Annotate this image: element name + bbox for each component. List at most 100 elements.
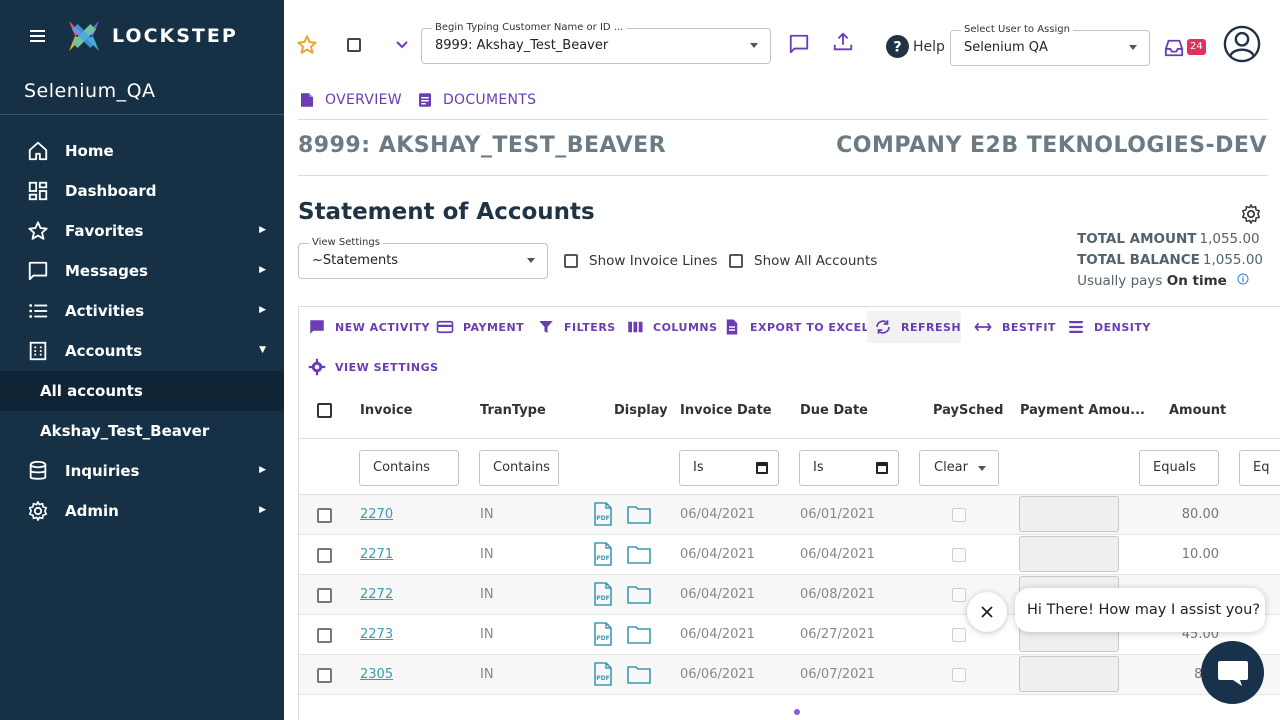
pdf-icon[interactable]: PDF (593, 502, 613, 530)
payment-amount-input[interactable] (1019, 656, 1119, 692)
checkbox[interactable] (729, 254, 743, 268)
invoice-link[interactable]: 2271 (360, 547, 393, 562)
view-settings-select[interactable]: View Settings ~Statements (298, 237, 548, 279)
paysched-checkbox[interactable] (952, 508, 966, 522)
column-header-paysched[interactable]: PaySched (933, 403, 1003, 418)
row-checkbox[interactable] (317, 588, 332, 603)
tab-documents[interactable]: DOCUMENTS (416, 91, 536, 109)
brand-name: LOCKSTEP (112, 25, 238, 47)
trantype-filter-input[interactable]: Contains (479, 450, 559, 486)
pdf-icon[interactable]: PDF (593, 542, 613, 570)
due-date-filter-input[interactable]: Is (799, 450, 899, 486)
sidebar-item-accounts[interactable]: Accounts ▼ (0, 331, 284, 371)
paysched-filter-select[interactable]: Clear (919, 450, 999, 486)
row-checkbox[interactable] (317, 668, 332, 683)
column-header-invoice-date[interactable]: Invoice Date (680, 403, 772, 418)
export-excel-button[interactable]: EXPORT TO EXCEL (723, 312, 869, 342)
invoice-link[interactable]: 2305 (360, 667, 393, 682)
total-balance-label: TOTAL BALANCE (1077, 252, 1200, 268)
paysched-checkbox[interactable] (952, 668, 966, 682)
filters-button[interactable]: FILTERS (537, 312, 616, 342)
pdf-icon[interactable]: PDF (593, 582, 613, 610)
next-filter-input[interactable]: Eq (1239, 450, 1280, 486)
paysched-checkbox[interactable] (952, 548, 966, 562)
folder-icon[interactable] (627, 624, 651, 648)
chat-icon[interactable] (787, 32, 811, 56)
amount-filter-input[interactable]: Equals (1139, 450, 1219, 486)
row-checkbox[interactable] (317, 628, 332, 643)
chat-launcher-button[interactable] (1201, 641, 1264, 704)
chevron-down-icon[interactable] (392, 35, 412, 55)
checkbox[interactable] (564, 254, 578, 268)
inbox-icon[interactable] (1162, 37, 1186, 59)
chat-greeting-bubble[interactable]: Hi There! How may I assist you? (1015, 588, 1265, 632)
sidebar-item-all-accounts[interactable]: All accounts (0, 371, 284, 411)
lockstep-logo[interactable]: LOCKSTEP (66, 18, 238, 54)
table-row[interactable]: 2305INPDF06/06/202106/07/2021800 (299, 655, 1280, 695)
calendar-icon[interactable] (876, 462, 888, 474)
folder-icon[interactable] (627, 504, 651, 528)
due-date-cell: 06/01/2021 (800, 507, 875, 522)
invoice-filter-input[interactable]: Contains (359, 450, 459, 486)
refresh-button[interactable]: REFRESH (874, 312, 961, 342)
folder-icon[interactable] (627, 584, 651, 608)
settings-gear-icon[interactable] (1240, 203, 1262, 229)
info-icon[interactable] (1237, 273, 1249, 285)
column-header-payment-amount[interactable]: Payment Amou... (1020, 403, 1145, 418)
payment-button[interactable]: PAYMENT (436, 312, 524, 342)
sidebar-item-activities[interactable]: Activities ▶ (0, 291, 284, 331)
select-all-checkbox[interactable] (317, 403, 332, 418)
column-header-display[interactable]: Display (614, 403, 668, 418)
sidebar-item-label: Messages (65, 262, 148, 280)
sidebar-item-messages[interactable]: Messages ▶ (0, 251, 284, 291)
payment-amount-input[interactable] (1019, 496, 1119, 532)
folder-icon[interactable] (627, 664, 651, 688)
table-row[interactable]: 2271 IN PDF 06/04/2021 06/04/2021 10.00 (299, 535, 1280, 575)
new-activity-button[interactable]: NEW ACTIVITY (308, 312, 430, 342)
invoice-link[interactable]: 2270 (360, 507, 393, 522)
bestfit-button[interactable]: BESTFIT (973, 312, 1056, 342)
help-button[interactable]: ? Help (885, 34, 945, 59)
show-all-accounts-toggle[interactable]: Show All Accounts (729, 253, 877, 269)
invoice-date-filter-input[interactable]: Is (679, 450, 779, 486)
row-checkbox[interactable] (317, 548, 332, 563)
sidebar-item-inquiries[interactable]: Inquiries ▶ (0, 451, 284, 491)
columns-button[interactable]: COLUMNS (626, 312, 718, 342)
pdf-icon[interactable]: PDF (593, 662, 613, 690)
assign-user-field[interactable]: Select User to Assign Selenium QA (950, 24, 1150, 66)
paysched-checkbox[interactable] (952, 588, 966, 602)
pdf-icon[interactable]: PDF (593, 622, 613, 650)
sidebar-item-home[interactable]: Home (0, 131, 284, 171)
select-checkbox[interactable] (345, 36, 363, 54)
svg-text:PDF: PDF (596, 595, 609, 602)
page-title: Statement of Accounts (298, 199, 595, 225)
tab-overview[interactable]: OVERVIEW (298, 91, 402, 109)
row-checkbox[interactable] (317, 508, 332, 523)
sidebar-item-favorites[interactable]: Favorites ▶ (0, 211, 284, 251)
calendar-icon[interactable] (756, 462, 768, 474)
invoice-link[interactable]: 2273 (360, 627, 393, 642)
sidebar-item-akshay-test-beaver[interactable]: Akshay_Test_Beaver (0, 411, 284, 451)
invoice-link[interactable]: 2272 (360, 587, 393, 602)
hamburger-menu-icon[interactable] (28, 26, 48, 46)
sidebar-item-dashboard[interactable]: Dashboard (0, 171, 284, 211)
svg-text:PDF: PDF (596, 675, 609, 682)
customer-search-field[interactable]: Begin Typing Customer Name or ID ... 899… (421, 22, 771, 64)
favorite-star-icon[interactable] (295, 33, 319, 57)
column-header-trantype[interactable]: TranType (480, 403, 546, 418)
chat-close-button[interactable] (967, 592, 1007, 632)
folder-icon[interactable] (627, 544, 651, 568)
toolbar-label: VIEW SETTINGS (335, 360, 439, 374)
view-settings-button[interactable]: VIEW SETTINGS (308, 352, 439, 382)
column-header-invoice[interactable]: Invoice (360, 403, 412, 418)
sidebar-item-admin[interactable]: Admin ▶ (0, 491, 284, 531)
upload-icon[interactable] (831, 30, 855, 54)
paysched-checkbox[interactable] (952, 628, 966, 642)
table-row[interactable]: 2270 IN PDF 06/04/2021 06/01/2021 80.00 (299, 495, 1280, 535)
density-button[interactable]: DENSITY (1067, 312, 1151, 342)
column-header-amount[interactable]: Amount (1169, 403, 1226, 418)
column-header-due-date[interactable]: Due Date (800, 403, 868, 418)
user-avatar-icon[interactable] (1222, 24, 1262, 64)
show-invoice-lines-toggle[interactable]: Show Invoice Lines (564, 253, 717, 269)
payment-amount-input[interactable] (1019, 536, 1119, 572)
